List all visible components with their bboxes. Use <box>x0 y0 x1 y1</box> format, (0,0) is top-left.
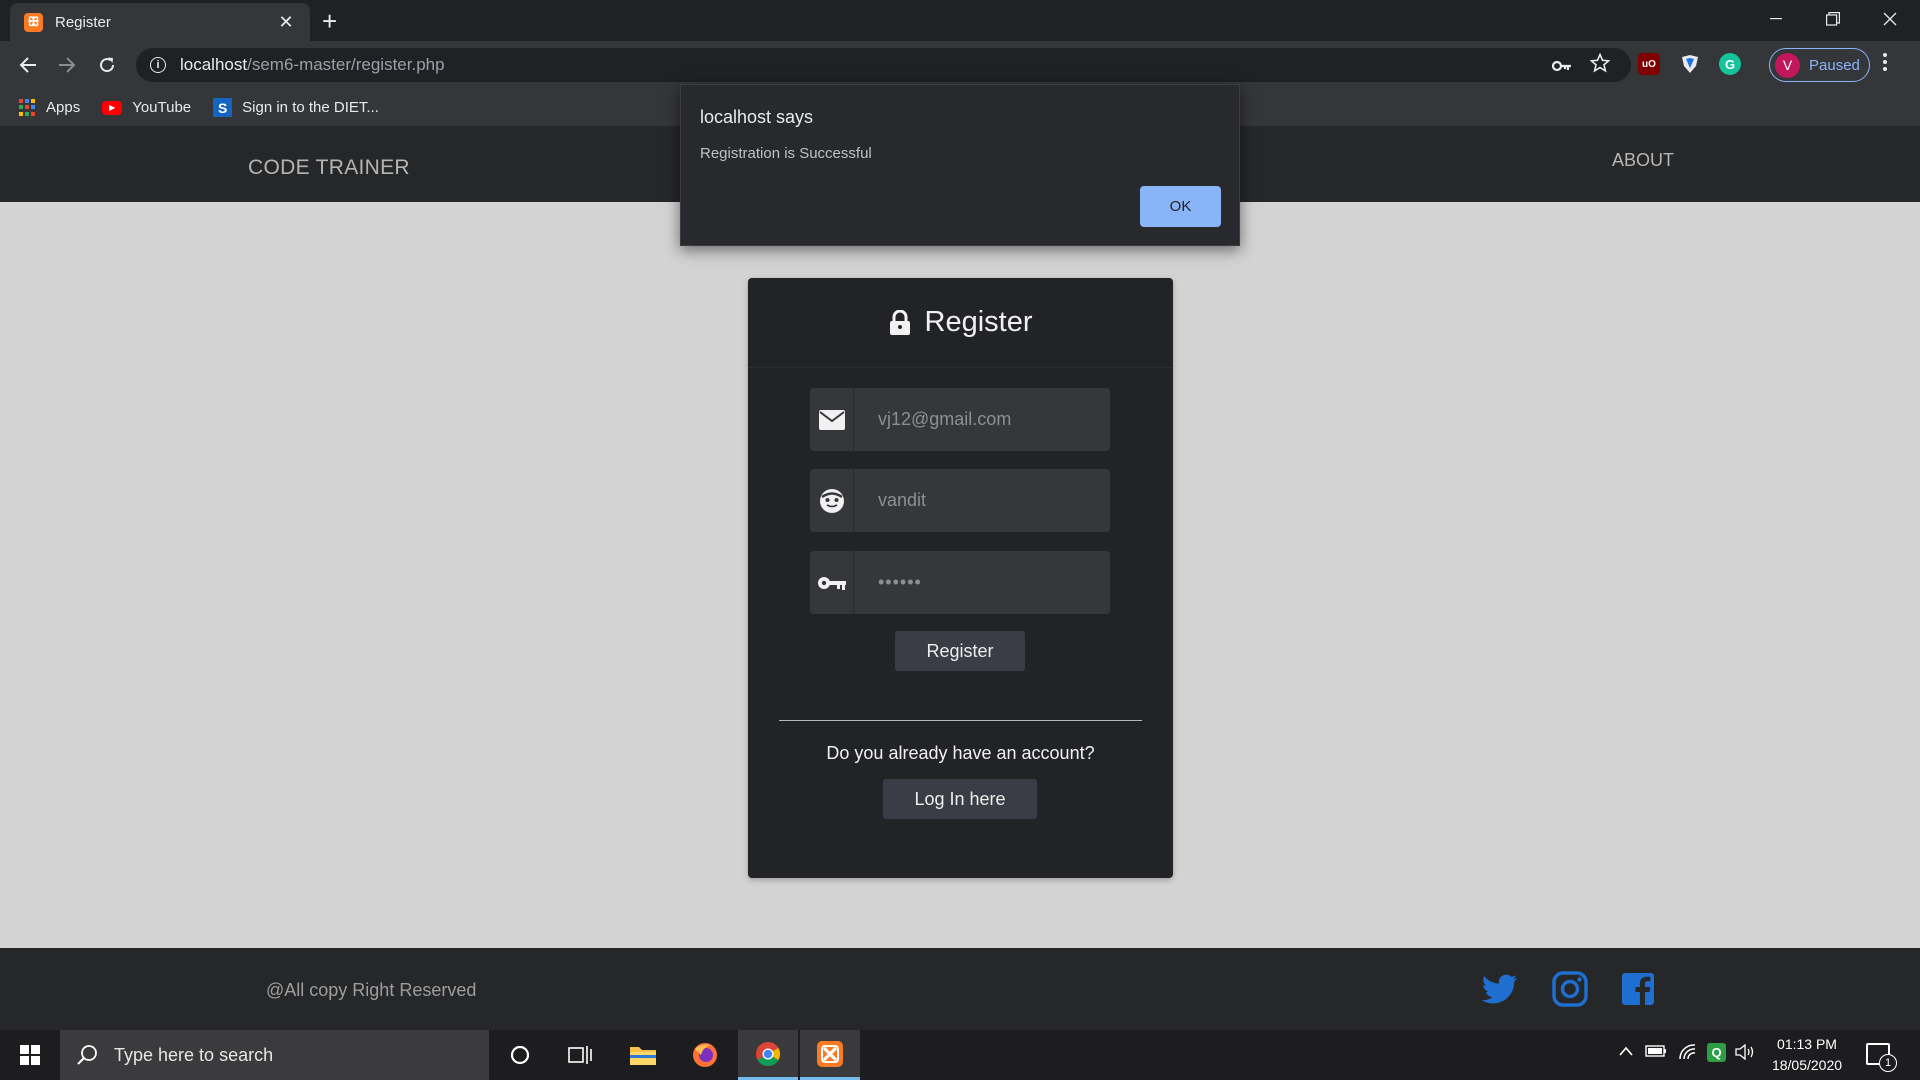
key-icon <box>810 551 854 614</box>
browser-menu-button[interactable] <box>1882 51 1888 79</box>
xampp-favicon-icon: ꕥ <box>24 12 43 32</box>
site-brand-link[interactable]: CODE TRAINER <box>248 156 410 180</box>
ublock-extension-icon[interactable]: uO <box>1638 53 1660 75</box>
minimize-icon <box>1770 18 1782 20</box>
task-view-icon <box>568 1046 592 1064</box>
form-title: Register <box>924 306 1033 338</box>
start-button[interactable] <box>0 1030 60 1080</box>
bookmark-star-icon[interactable] <box>1589 52 1611 78</box>
notification-count-badge: 1 <box>1879 1054 1897 1072</box>
browser-tab-strip: ꕥ Register ✕ + <box>0 0 1920 41</box>
tab-close-icon[interactable]: ✕ <box>276 12 296 33</box>
site-footer: @All copy Right Reserved <box>0 948 1920 1030</box>
card-header: Register <box>748 278 1173 368</box>
tab-title: Register <box>55 13 111 31</box>
restore-icon <box>1826 12 1840 26</box>
search-icon <box>77 1045 97 1065</box>
bookmark-diet[interactable]: S Sign in to the DIET... <box>213 98 379 117</box>
wifi-icon[interactable] <box>1678 1044 1696 1065</box>
profile-button[interactable]: V Paused <box>1769 48 1870 82</box>
twitter-icon[interactable] <box>1480 969 1520 1009</box>
chrome-button[interactable] <box>738 1030 798 1080</box>
chrome-icon <box>756 1041 781 1066</box>
task-view-button[interactable] <box>550 1030 610 1080</box>
youtube-icon: ▶ <box>102 100 123 115</box>
bookmark-label: Apps <box>46 99 81 116</box>
password-input[interactable] <box>854 551 1110 614</box>
bookmark-label: YouTube <box>132 99 192 116</box>
login-here-button[interactable]: Log In here <box>883 779 1037 819</box>
file-explorer-button[interactable] <box>613 1030 673 1080</box>
alert-title: localhost says <box>700 107 814 127</box>
taskbar-clock[interactable]: 01:13 PM 18/05/2020 <box>1764 1034 1850 1076</box>
kebab-menu-icon <box>1883 53 1887 71</box>
bookmark-label: Sign in to the DIET... <box>242 99 379 116</box>
register-button[interactable]: Register <box>895 631 1025 671</box>
new-tab-button[interactable]: + <box>322 6 337 37</box>
password-field <box>810 551 1110 614</box>
cortana-circle-icon <box>510 1045 530 1065</box>
profile-status: Paused <box>1809 56 1860 74</box>
browser-toolbar: i localhost /sem6-master/register.php uO… <box>0 41 1920 89</box>
search-placeholder: Type here to search <box>114 1044 274 1065</box>
firefox-icon <box>693 1043 717 1067</box>
site-info-icon[interactable]: i <box>150 57 166 73</box>
tray-overflow-chevron-icon[interactable] <box>1618 1044 1634 1062</box>
taskbar-search-box[interactable]: Type here to search <box>60 1030 489 1080</box>
nav-about-link[interactable]: ABOUT <box>1612 150 1674 171</box>
username-input[interactable] <box>854 469 1110 532</box>
lock-icon <box>889 309 910 335</box>
forward-arrow-icon <box>59 57 76 73</box>
facebook-icon[interactable] <box>1618 969 1658 1009</box>
copyright-text: @All copy Right Reserved <box>266 980 477 1000</box>
shield-extension-icon[interactable] <box>1679 53 1701 75</box>
firefox-button[interactable] <box>675 1030 735 1080</box>
instagram-icon[interactable] <box>1550 969 1590 1009</box>
clock-date: 18/05/2020 <box>1771 1057 1843 1073</box>
alert-ok-button[interactable]: OK <box>1140 186 1221 227</box>
envelope-icon <box>810 388 854 451</box>
alert-dialog: localhost says Registration is Successfu… <box>680 84 1240 246</box>
alert-message: Registration is Successful <box>700 145 872 162</box>
q-app-tray-icon[interactable]: Q <box>1707 1043 1726 1062</box>
register-card: Register Register Do you already have an… <box>748 278 1173 878</box>
email-input[interactable] <box>854 388 1110 451</box>
apps-grid-icon <box>19 99 36 116</box>
s-icon: S <box>213 98 233 117</box>
avatar: V <box>1775 52 1800 78</box>
browser-tab-register[interactable]: ꕥ Register ✕ <box>10 3 310 41</box>
window-close-button[interactable] <box>1862 0 1918 38</box>
reload-button[interactable] <box>93 51 121 79</box>
divider <box>779 720 1142 721</box>
volume-icon[interactable] <box>1735 1043 1755 1065</box>
minimize-button[interactable] <box>1748 0 1804 38</box>
xampp-icon <box>817 1040 843 1067</box>
forward-button[interactable] <box>53 51 81 79</box>
back-button[interactable] <box>14 51 42 79</box>
email-field <box>810 388 1110 451</box>
cortana-button[interactable] <box>490 1030 550 1080</box>
reload-icon <box>100 57 115 73</box>
address-bar[interactable]: i localhost /sem6-master/register.php <box>136 48 1631 82</box>
password-key-icon[interactable] <box>1551 56 1572 77</box>
window-close-icon <box>1883 12 1897 26</box>
folder-icon <box>630 1047 656 1065</box>
bookmark-youtube[interactable]: ▶ YouTube <box>102 99 191 116</box>
back-arrow-icon <box>19 57 36 73</box>
bookmark-apps[interactable]: Apps <box>19 99 80 116</box>
battery-icon[interactable] <box>1645 1044 1667 1063</box>
xampp-button[interactable] <box>800 1030 860 1080</box>
clock-time: 01:13 PM <box>1777 1036 1837 1052</box>
user-face-icon <box>810 469 854 532</box>
grammarly-extension-icon[interactable]: G <box>1719 53 1741 75</box>
windows-taskbar: Type here to search Q 01:13 PM 18/05/202… <box>0 1030 1920 1080</box>
windows-logo-icon <box>20 1045 40 1065</box>
restore-button[interactable] <box>1805 0 1861 38</box>
url-path: /sem6-master/register.php <box>247 55 445 74</box>
username-field <box>810 469 1110 532</box>
url-host: localhost <box>180 55 248 74</box>
login-prompt: Do you already have an account? <box>826 743 1095 763</box>
